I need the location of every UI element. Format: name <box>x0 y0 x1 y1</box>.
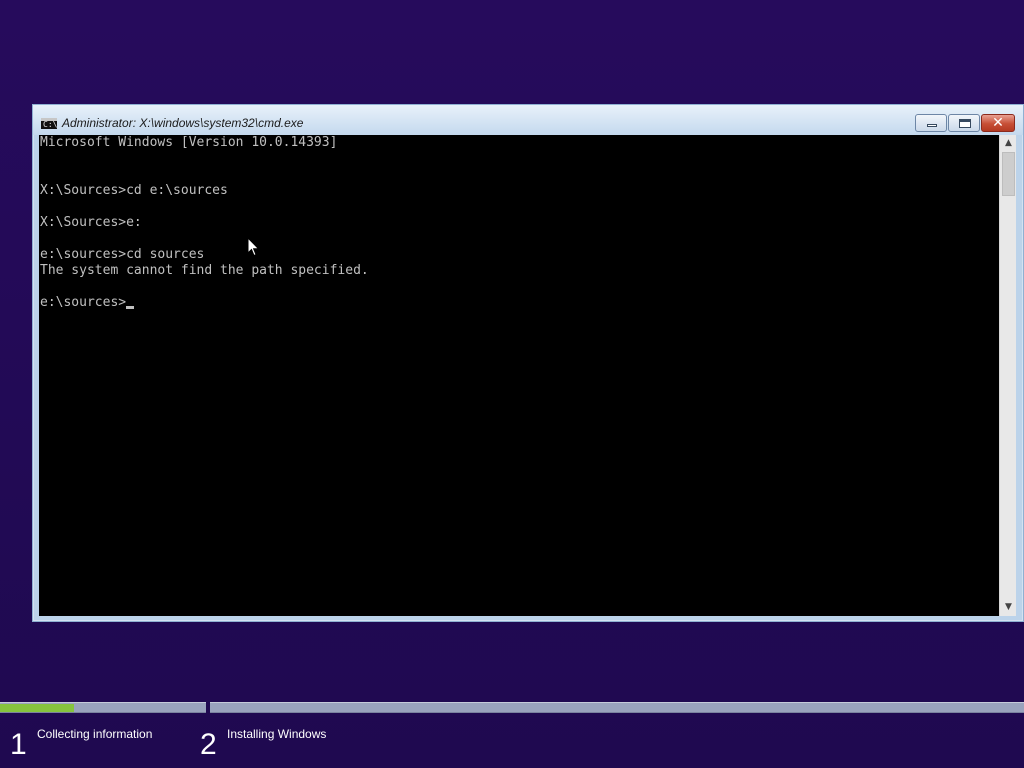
step-label: Installing Windows <box>227 727 327 741</box>
app-icon-glyph: C:\ <box>43 120 58 129</box>
prompt-line[interactable]: e:\sources> <box>40 295 990 311</box>
console-output[interactable]: Microsoft Windows [Version 10.0.14393] X… <box>40 135 990 616</box>
console-area[interactable]: Microsoft Windows [Version 10.0.14393] X… <box>39 135 1016 616</box>
scroll-up-arrow-icon[interactable]: ▲ <box>1000 135 1017 152</box>
progress-fill <box>0 704 75 712</box>
setup-progress-bar <box>0 702 1024 713</box>
scroll-down-arrow-icon[interactable]: ▼ <box>1000 599 1017 616</box>
console-line: e:\sources>cd sources <box>40 247 205 262</box>
command-prompt-window[interactable]: C:\ Administrator: X:\windows\system32\c… <box>32 104 1024 622</box>
maximize-button[interactable] <box>948 114 980 132</box>
command-prompt-icon: C:\ <box>41 118 57 129</box>
console-line: X:\Sources>e: <box>40 215 142 230</box>
console-line: X:\Sources>cd e:\sources <box>40 183 228 198</box>
step-label: Collecting information <box>37 727 153 741</box>
console-line: Microsoft Windows [Version 10.0.14393] <box>40 135 338 150</box>
console-line: The system cannot find the path specifie… <box>40 263 369 278</box>
text-cursor <box>126 306 135 309</box>
maximize-icon <box>959 119 971 128</box>
setup-background: C:\ Administrator: X:\windows\system32\c… <box>0 0 1024 768</box>
window-title: Administrator: X:\windows\system32\cmd.e… <box>62 116 304 130</box>
vertical-scrollbar[interactable]: ▲ ▼ <box>999 135 1016 616</box>
minimize-button[interactable] <box>915 114 947 132</box>
command-prompt: e:\sources> <box>40 295 127 310</box>
close-icon: ✕ <box>992 115 1004 131</box>
minimize-icon <box>927 124 937 127</box>
progress-segment-collecting <box>0 702 206 713</box>
scroll-thumb[interactable] <box>1002 152 1015 196</box>
step-number: 1 <box>10 728 27 761</box>
progress-segment-installing <box>210 702 1024 713</box>
step-number: 2 <box>200 728 217 761</box>
close-button[interactable]: ✕ <box>981 114 1015 132</box>
mouse-pointer-icon <box>247 237 259 257</box>
title-bar[interactable]: C:\ Administrator: X:\windows\system32\c… <box>33 105 1023 135</box>
